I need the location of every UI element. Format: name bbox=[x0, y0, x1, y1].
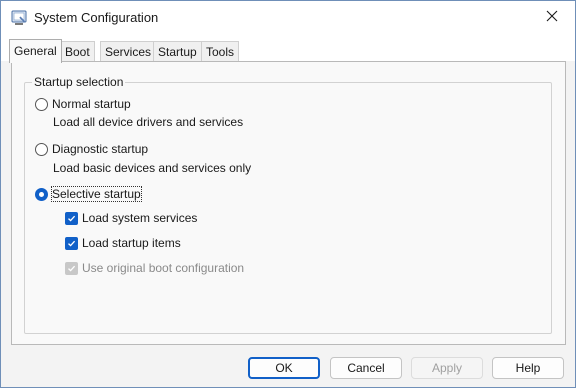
normal-startup-radio-button[interactable] bbox=[35, 97, 48, 111]
apply-button: Apply bbox=[411, 357, 483, 379]
load-startup-items-label: Load startup items bbox=[82, 236, 181, 250]
load-startup-items-checkbox[interactable]: Load startup items bbox=[65, 236, 181, 250]
normal-startup-label: Normal startup bbox=[52, 97, 131, 111]
close-button[interactable] bbox=[529, 1, 575, 33]
system-configuration-window: System Configuration General Boot Servic… bbox=[0, 0, 576, 388]
close-icon bbox=[546, 10, 558, 25]
startup-selection-group: Startup selection Normal startup Load al… bbox=[24, 75, 552, 334]
load-system-services-label: Load system services bbox=[82, 211, 198, 225]
selective-startup-label: Selective startup bbox=[51, 186, 142, 202]
title-bar: System Configuration bbox=[1, 1, 575, 35]
checkmark-icon bbox=[68, 215, 76, 222]
use-original-boot-config-checkbox: Use original boot configuration bbox=[65, 261, 244, 275]
use-original-boot-config-check bbox=[65, 261, 78, 275]
tab-services-label: Services bbox=[105, 45, 152, 59]
diagnostic-startup-radio[interactable]: Diagnostic startup bbox=[35, 142, 148, 156]
cancel-button-label: Cancel bbox=[347, 361, 385, 375]
msconfig-icon bbox=[11, 10, 27, 26]
help-button[interactable]: Help bbox=[492, 357, 564, 379]
tab-general[interactable]: General bbox=[9, 39, 62, 63]
window-title: System Configuration bbox=[34, 10, 159, 25]
load-system-services-checkbox[interactable]: Load system services bbox=[65, 211, 197, 225]
selective-startup-radio[interactable]: Selective startup bbox=[35, 186, 142, 202]
cancel-button[interactable]: Cancel bbox=[330, 357, 402, 379]
load-startup-items-check[interactable] bbox=[65, 236, 78, 250]
ok-button-label: OK bbox=[275, 361, 293, 375]
tab-boot-label: Boot bbox=[65, 45, 90, 59]
normal-startup-radio[interactable]: Normal startup bbox=[35, 97, 131, 111]
ok-button[interactable]: OK bbox=[248, 357, 320, 379]
apply-button-label: Apply bbox=[431, 361, 463, 375]
load-system-services-check[interactable] bbox=[65, 211, 78, 225]
tab-tools-label: Tools bbox=[206, 45, 235, 59]
tab-startup[interactable]: Startup bbox=[153, 41, 202, 61]
tab-general-label: General bbox=[14, 44, 57, 58]
selective-startup-radio-button[interactable] bbox=[35, 187, 48, 201]
tab-services[interactable]: Services bbox=[100, 41, 157, 61]
general-tab-panel: Startup selection Normal startup Load al… bbox=[11, 61, 566, 345]
checkmark-icon bbox=[68, 265, 76, 272]
use-original-boot-config-label: Use original boot configuration bbox=[82, 261, 245, 275]
tab-startup-label: Startup bbox=[158, 45, 197, 59]
help-button-label: Help bbox=[515, 361, 541, 375]
diagnostic-startup-radio-button[interactable] bbox=[35, 142, 48, 156]
diagnostic-startup-label: Diagnostic startup bbox=[52, 142, 149, 156]
diagnostic-startup-description: Load basic devices and services only bbox=[53, 161, 252, 175]
checkmark-icon bbox=[68, 240, 76, 247]
normal-startup-description: Load all device drivers and services bbox=[53, 115, 244, 129]
tab-tools[interactable]: Tools bbox=[201, 41, 240, 61]
startup-selection-label: Startup selection bbox=[32, 75, 126, 89]
tab-boot[interactable]: Boot bbox=[60, 41, 95, 61]
